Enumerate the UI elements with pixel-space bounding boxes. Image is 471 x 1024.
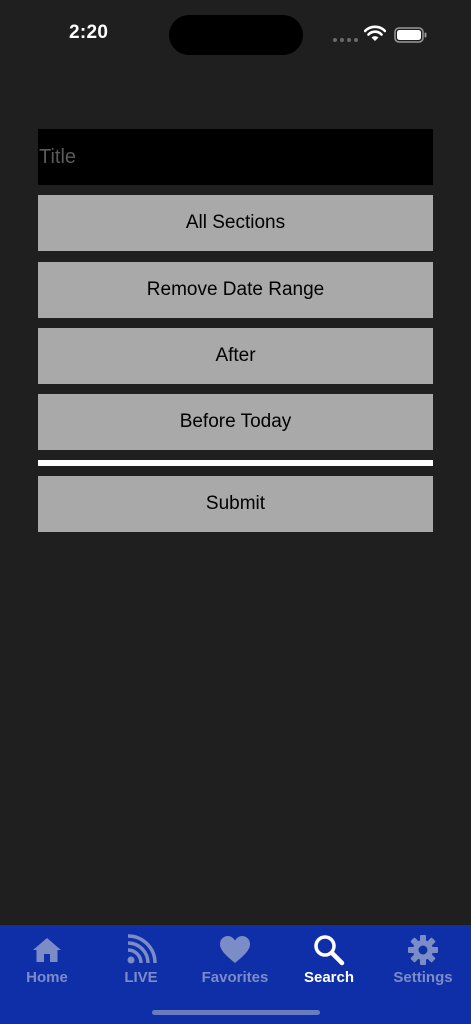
submit-button[interactable]: Submit xyxy=(38,476,433,532)
remove-date-range-label: Remove Date Range xyxy=(146,279,325,300)
heart-icon xyxy=(220,936,250,963)
search-icon xyxy=(314,935,345,966)
tab-home-label: Home xyxy=(26,969,68,986)
remove-date-range-button[interactable]: Remove Date Range xyxy=(38,262,433,318)
home-icon xyxy=(33,938,61,962)
after-date-button[interactable]: After xyxy=(38,328,433,384)
gear-icon xyxy=(408,935,438,965)
tab-search[interactable]: Search xyxy=(282,925,376,995)
all-sections-label: All Sections xyxy=(185,212,286,233)
divider xyxy=(38,460,433,466)
tab-settings-label: Settings xyxy=(393,969,453,986)
before-date-button[interactable]: Before Today xyxy=(38,394,433,450)
tab-live[interactable]: LIVE xyxy=(94,925,188,995)
tab-settings[interactable]: Settings xyxy=(376,925,470,995)
title-input[interactable] xyxy=(38,129,433,185)
home-indicator xyxy=(152,1010,320,1015)
tab-favorites-label: Favorites xyxy=(201,969,269,986)
submit-label: Submit xyxy=(205,493,266,514)
tab-favorites[interactable]: Favorites xyxy=(188,925,282,995)
rss-icon xyxy=(127,934,157,964)
dynamic-island xyxy=(169,15,303,55)
all-sections-button[interactable]: All Sections xyxy=(38,195,433,251)
tab-live-label: LIVE xyxy=(124,969,158,986)
battery-icon xyxy=(394,27,427,43)
status-time: 2:20 xyxy=(69,22,109,43)
wifi-icon xyxy=(364,25,386,41)
tab-home[interactable]: Home xyxy=(0,925,94,995)
cellular-signal-icon xyxy=(333,38,358,42)
search-screen: 2:20 All Sections Remove Date Range Afte… xyxy=(0,0,471,1024)
tab-search-label: Search xyxy=(303,969,355,986)
before-date-label: Before Today xyxy=(179,411,292,432)
after-date-label: After xyxy=(215,345,256,366)
